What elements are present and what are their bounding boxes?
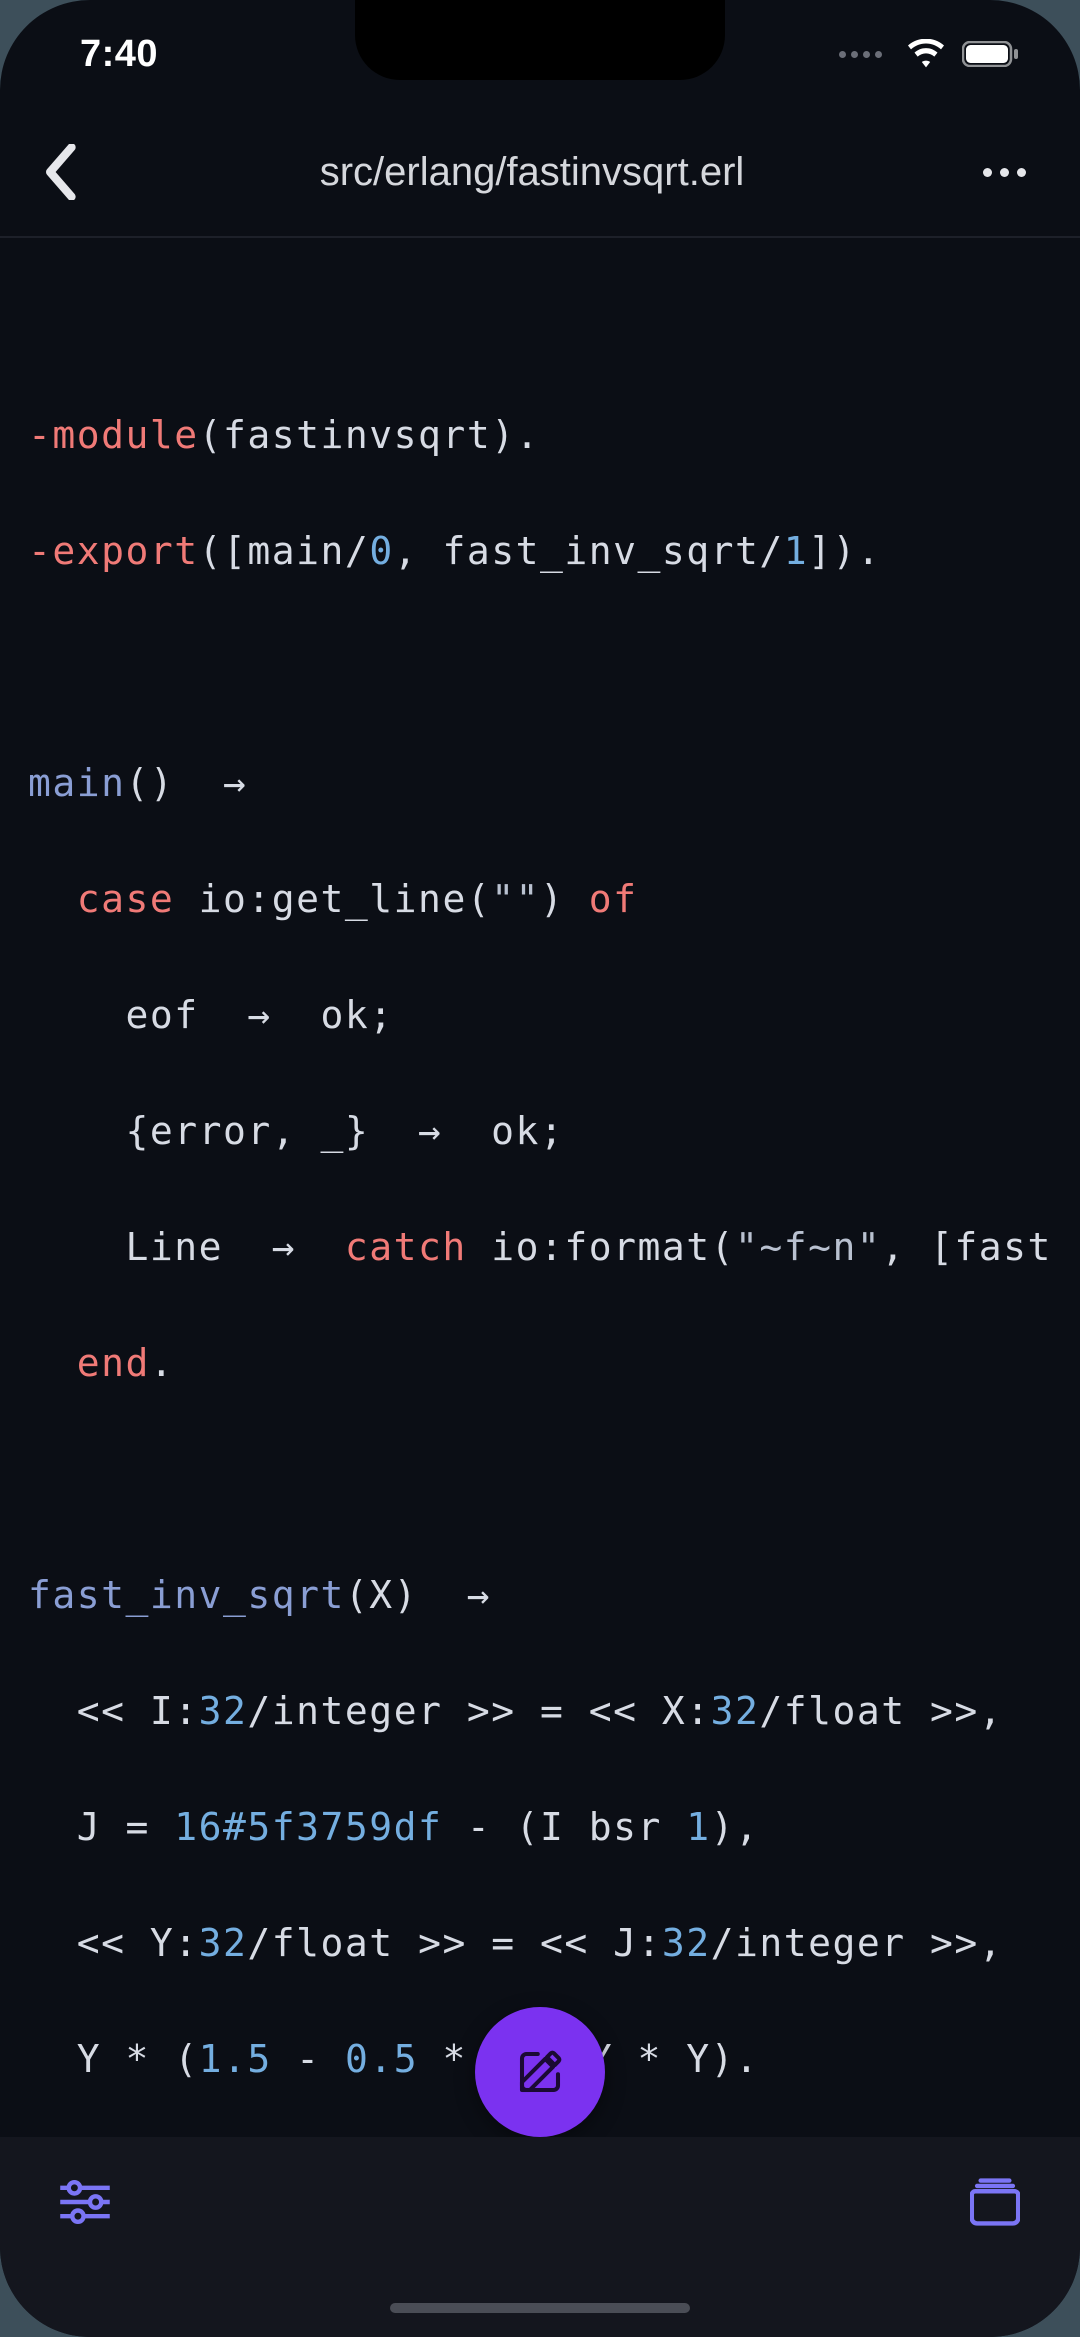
code-token: io:get_line( [174, 877, 491, 921]
code-token: . [150, 1341, 174, 1385]
code-token: Line → [28, 1225, 345, 1269]
code-token: 32 [199, 1921, 248, 1965]
code-token: end [77, 1341, 150, 1385]
code-token: 1 [784, 529, 808, 573]
code-token: (X) → [345, 1573, 491, 1617]
code-token: main [28, 761, 126, 805]
code-token: ) [540, 877, 589, 921]
edit-icon [513, 2045, 567, 2099]
code-token: 32 [199, 1689, 248, 1733]
chevron-left-icon [43, 144, 77, 200]
code-token: -export [28, 529, 199, 573]
code-token: "~f~n" [735, 1225, 881, 1269]
code-token: Y * ( [28, 2037, 199, 2081]
code-token: () → [126, 761, 248, 805]
back-button[interactable] [20, 132, 100, 212]
code-token: ([main/ [199, 529, 370, 573]
code-token: ]). [808, 529, 881, 573]
sliders-icon [60, 2179, 110, 2225]
code-token: ), [711, 1805, 760, 1849]
code-token [28, 877, 77, 921]
stack-icon [970, 2178, 1020, 2226]
cellular-dots-icon [839, 51, 882, 58]
settings-button[interactable] [50, 2167, 120, 2237]
more-button[interactable] [964, 132, 1044, 212]
code-token: 32 [662, 1921, 711, 1965]
edit-fab-button[interactable] [475, 2007, 605, 2137]
more-icon [983, 168, 1026, 177]
code-token: io:format( [467, 1225, 735, 1269]
code-token: J = [28, 1805, 174, 1849]
battery-icon [962, 41, 1020, 67]
code-token: - [272, 2037, 345, 2081]
nav-bar: src/erlang/fastinvsqrt.erl [0, 108, 1080, 238]
code-token: - (I bsr [442, 1805, 686, 1849]
code-token: (fastinvsqrt). [199, 413, 540, 457]
code-token: 32 [711, 1689, 760, 1733]
code-token: , [fast [881, 1225, 1052, 1269]
code-token: 16#5f3759df [174, 1805, 442, 1849]
code-token: /integer >> = << X: [247, 1689, 710, 1733]
code-token: 0 [369, 529, 393, 573]
phone-frame: 7:40 [0, 0, 1080, 2337]
code-token: case [77, 877, 175, 921]
code-token: 1 [686, 1805, 710, 1849]
code-token: fast_inv_sqrt [28, 1573, 345, 1617]
code-token: /float >>, [759, 1689, 1003, 1733]
code-token [28, 1341, 77, 1385]
code-token: of [589, 877, 638, 921]
code-token: 1.5 [199, 2037, 272, 2081]
code-token: /integer >>, [711, 1921, 1004, 1965]
code-token: -module [28, 413, 199, 457]
code-token: /float >> = << J: [247, 1921, 661, 1965]
code-token: 0.5 [345, 2037, 418, 2081]
code-token: , fast_inv_sqrt/ [394, 529, 784, 573]
code-token: "" [491, 877, 540, 921]
code-token: << Y: [28, 1921, 199, 1965]
page-title: src/erlang/fastinvsqrt.erl [100, 150, 964, 195]
home-indicator[interactable] [390, 2303, 690, 2313]
files-button[interactable] [960, 2167, 1030, 2237]
status-time: 7:40 [80, 33, 158, 76]
code-token: eof → ok; [28, 993, 394, 1037]
status-icons [839, 39, 1020, 69]
wifi-icon [906, 39, 946, 69]
code-token: {error, _} → ok; [28, 1109, 564, 1153]
code-token: catch [345, 1225, 467, 1269]
device-notch [355, 0, 725, 80]
bottom-toolbar [0, 2137, 1080, 2337]
code-token: << I: [28, 1689, 199, 1733]
